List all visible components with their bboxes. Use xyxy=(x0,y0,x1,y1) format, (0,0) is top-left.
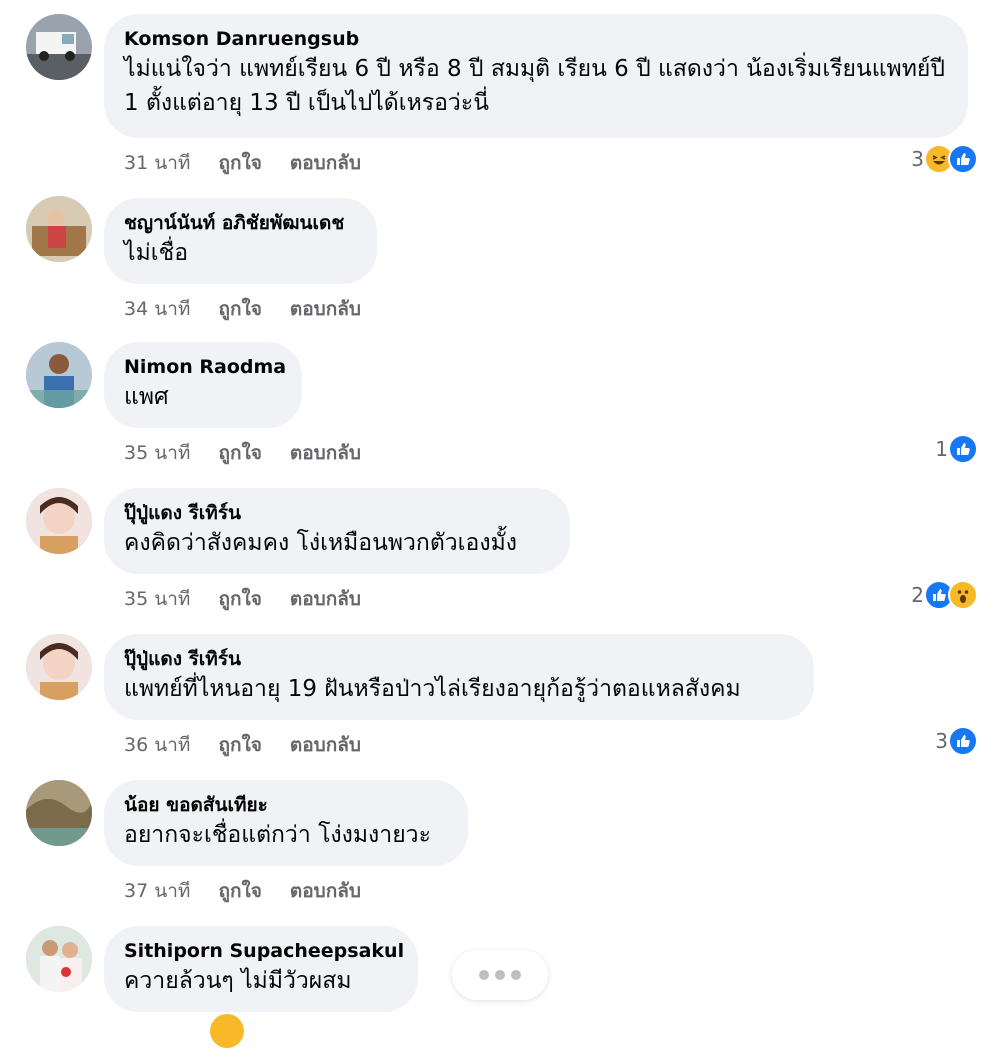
comment-text: แพศ xyxy=(124,384,169,410)
wow-icon xyxy=(948,580,978,610)
comment-actions: 37 นาที ถูกใจ ตอบกลับ xyxy=(124,876,383,906)
reply-button[interactable]: ตอบกลับ xyxy=(290,730,361,760)
reaction-summary[interactable]: 3 xyxy=(911,144,978,174)
comment-text: ควายล้วนๆ ไม่มีวัวผสม xyxy=(124,968,352,994)
like-icon xyxy=(948,144,978,174)
comment-text: อยากจะเชื่อแต่กว่า โง่งมงายวะ xyxy=(124,822,431,848)
reply-button[interactable]: ตอบกลับ xyxy=(290,876,361,906)
reaction-summary[interactable]: 1 xyxy=(935,434,978,464)
comment-actions: 36 นาที ถูกใจ ตอบกลับ xyxy=(124,730,383,760)
reaction-summary[interactable]: 2 xyxy=(911,580,978,610)
like-icon xyxy=(948,726,978,756)
comment-actions: 31 นาที ถูกใจ ตอบกลับ xyxy=(124,148,383,178)
avatar[interactable] xyxy=(26,196,92,262)
like-button[interactable]: ถูกใจ xyxy=(218,876,261,906)
comment-time[interactable]: 35 นาที xyxy=(124,584,190,614)
comment-text: คงคิดว่าสังคมคง โง่เหมือนพวกตัวเองมั้ง xyxy=(124,530,517,556)
comment-author[interactable]: ปุ๊ปู่แดง รีเทิร์น xyxy=(124,500,550,526)
comment-author[interactable]: ปุ๊ปู่แดง รีเทิร์น xyxy=(124,646,794,672)
comment-actions: 35 นาที ถูกใจ ตอบกลับ xyxy=(124,438,383,468)
more-dot-icon xyxy=(479,970,489,980)
like-button[interactable]: ถูกใจ xyxy=(218,294,261,324)
reply-button[interactable]: ตอบกลับ xyxy=(290,148,361,178)
reply-button[interactable]: ตอบกลับ xyxy=(290,438,361,468)
like-button[interactable]: ถูกใจ xyxy=(218,148,261,178)
like-icon xyxy=(948,434,978,464)
avatar[interactable] xyxy=(26,488,92,554)
comment-text: ไม่เชื่อ xyxy=(124,240,189,266)
reply-button[interactable]: ตอบกลับ xyxy=(290,584,361,614)
reaction-count: 3 xyxy=(935,729,948,753)
avatar[interactable] xyxy=(26,780,92,846)
comment-bubble: Komson Danruengsub ไม่แน่ใจว่า แพทย์เรีย… xyxy=(104,14,968,138)
comment-bubble: น้อย ขอดสันเทียะ อยากจะเชื่อแต่กว่า โง่ง… xyxy=(104,780,468,866)
avatar[interactable] xyxy=(26,14,92,80)
comment-time[interactable]: 31 นาที xyxy=(124,148,190,178)
comment-author[interactable]: ชญาน์นันท์ อภิชัยพัฒนเดช xyxy=(124,210,357,236)
avatar[interactable] xyxy=(26,342,92,408)
comment-bubble: Sithiporn Supacheepsakul ควายล้วนๆ ไม่มี… xyxy=(104,926,418,1012)
comment-bubble: Nimon Raodma แพศ xyxy=(104,342,302,428)
comment-bubble: ปุ๊ปู่แดง รีเทิร์น แพทย์ที่ไหนอายุ 19 ฝั… xyxy=(104,634,814,720)
reaction-count: 1 xyxy=(935,437,948,461)
comment-bubble: ชญาน์นันท์ อภิชัยพัฒนเดช ไม่เชื่อ xyxy=(104,198,377,284)
comment-time[interactable]: 36 นาที xyxy=(124,730,190,760)
comment-time[interactable]: 35 นาที xyxy=(124,438,190,468)
more-options-button[interactable] xyxy=(452,950,548,1000)
comment-bubble: ปุ๊ปู่แดง รีเทิร์น คงคิดว่าสังคมคง โง่เห… xyxy=(104,488,570,574)
reply-button[interactable]: ตอบกลับ xyxy=(290,294,361,324)
like-button[interactable]: ถูกใจ xyxy=(218,584,261,614)
reaction-count: 3 xyxy=(911,147,924,171)
avatar[interactable] xyxy=(26,634,92,700)
comment-text: ไม่แน่ใจว่า แพทย์เรียน 6 ปี หรือ 8 ปี สม… xyxy=(124,56,945,116)
more-dot-icon xyxy=(495,970,505,980)
comment-author[interactable]: Nimon Raodma xyxy=(124,354,286,380)
reaction-count: 2 xyxy=(911,583,924,607)
comment-text: แพทย์ที่ไหนอายุ 19 ฝันหรือป่าวไล่เรียงอา… xyxy=(124,676,741,702)
comment-author[interactable]: น้อย ขอดสันเทียะ xyxy=(124,792,448,818)
comment-author[interactable]: Sithiporn Supacheepsakul xyxy=(124,938,404,964)
comment-actions: 34 นาที ถูกใจ ตอบกลับ xyxy=(124,294,383,324)
avatar[interactable] xyxy=(26,926,92,992)
comment-time[interactable]: 34 นาที xyxy=(124,294,190,324)
comment-actions: 35 นาที ถูกใจ ตอบกลับ xyxy=(124,584,383,614)
reaction-summary[interactable]: 3 xyxy=(935,726,978,756)
comment-author[interactable]: Komson Danruengsub xyxy=(124,26,948,52)
like-button[interactable]: ถูกใจ xyxy=(218,438,261,468)
comment-time[interactable]: 37 นาที xyxy=(124,876,190,906)
like-button[interactable]: ถูกใจ xyxy=(218,730,261,760)
more-dot-icon xyxy=(511,970,521,980)
emoji-icon xyxy=(210,1014,244,1048)
